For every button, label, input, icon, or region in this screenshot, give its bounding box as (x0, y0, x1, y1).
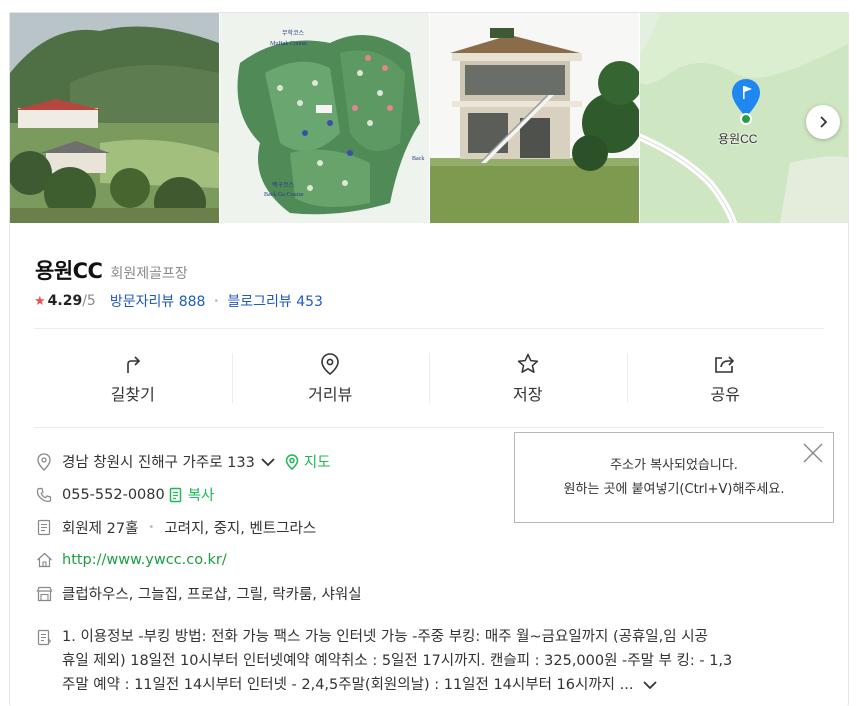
map-golf-dot (740, 113, 752, 125)
phone-row: 055-552-0080 복사 (34, 484, 214, 505)
course-names-text: 고려지, 중지, 벤트그라스 (164, 521, 317, 537)
save-button[interactable]: 저장 (429, 351, 627, 407)
facilities-text: 클럽하우스, 그늘집, 프로샵, 그릴, 락카룸, 샤워실 (62, 587, 362, 603)
toast-line-1: 주소가 복사되었습니다. (610, 458, 738, 473)
description-expand-chevron-icon[interactable] (643, 680, 658, 690)
chevron-right-icon (820, 116, 828, 128)
map-link[interactable]: 지도 (285, 451, 331, 472)
share-icon (715, 356, 735, 373)
copy-button[interactable]: 복사 (169, 484, 215, 505)
blog-reviews-label: 블로그리뷰 (227, 294, 292, 310)
rating-star-icon: ★ (34, 293, 46, 309)
star-icon (517, 353, 538, 373)
map-label-backgu-en: Back Gu Course (264, 192, 304, 198)
description-row: 1. 이용정보 -부킹 방법: 전화 가능 팩스 가능 인터넷 가능 -주중 부… (34, 625, 824, 697)
website-row: http://www.ywcc.co.kr/ (34, 550, 227, 570)
website-link[interactable]: http://www.ywcc.co.kr/ (62, 552, 227, 568)
map-link-label: 지도 (303, 455, 331, 471)
divider (34, 427, 824, 428)
directions-button[interactable]: 길찾기 (34, 351, 232, 407)
map-pin-label: 용원CC (718, 132, 758, 146)
location-pin-icon (321, 353, 340, 376)
next-photo-button[interactable] (806, 105, 840, 139)
photo-strip: 무학코스 MuHak Course 백구코스 Back Gu Course Ba… (10, 13, 848, 223)
holes-text: 회원제 27홀 (62, 521, 139, 537)
rating-row: ★ 4.29 /5 방문자리뷰 888 • 블로그리뷰 453 (34, 291, 323, 311)
location-pin-icon (37, 452, 51, 471)
copy-label: 복사 (187, 488, 215, 504)
holes-row: 회원제 27홀 • 고려지, 중지, 벤트그라스 (34, 517, 316, 538)
address-text[interactable]: 경남 창원시 진해구 가주로 133 (62, 451, 255, 472)
visitor-reviews-count: 888 (178, 294, 206, 310)
photo-building[interactable] (430, 13, 639, 223)
map-pin-green-icon (285, 453, 299, 470)
share-label: 공유 (710, 385, 740, 404)
save-label: 저장 (513, 385, 543, 404)
description-line: 1. 이용정보 -부킹 방법: 전화 가능 팩스 가능 인터넷 가능 -주중 부… (62, 629, 708, 645)
document-icon (37, 629, 51, 645)
phone-icon (36, 487, 52, 502)
place-name: 용원CC (35, 259, 103, 283)
directions-icon (126, 356, 140, 373)
visitor-reviews-link[interactable]: 방문자리뷰 888 (110, 291, 206, 311)
place-card: 무학코스 MuHak Course 백구코스 Back Gu Course Ba… (9, 12, 849, 706)
copy-icon (169, 487, 181, 502)
facilities-row: 클럽하우스, 그늘집, 프로샵, 그릴, 락카룸, 샤워실 (34, 583, 362, 604)
address-expand-chevron-icon[interactable] (261, 457, 275, 467)
divider (34, 328, 824, 329)
toast-close-button[interactable] (802, 442, 824, 464)
place-category: 회원제골프장 (110, 266, 188, 282)
address-row: 경남 창원시 진해구 가주로 133 지도 (34, 451, 331, 472)
description-line: 주말 예약 : 11일전 14시부터 인터넷 - 2,4,5주말(회원의날) :… (62, 677, 634, 693)
share-button[interactable]: 공유 (626, 351, 825, 407)
directions-label: 길찾기 (110, 385, 155, 404)
blog-reviews-count: 453 (296, 294, 323, 310)
description-text: 1. 이용정보 -부킹 방법: 전화 가능 팩스 가능 인터넷 가능 -주중 부… (62, 625, 824, 697)
toast-line-2: 원하는 곳에 붙여넣기(Ctrl+V)해주세요. (563, 482, 785, 497)
photo-course-map[interactable]: 무학코스 MuHak Course 백구코스 Back Gu Course Ba… (220, 13, 429, 223)
phone-number[interactable]: 055-552-0080 (62, 487, 165, 503)
rating-max: /5 (82, 293, 96, 309)
separator-dot: • (213, 295, 220, 307)
visitor-reviews-label: 방문자리뷰 (109, 294, 175, 310)
close-icon (803, 443, 823, 463)
separator-dot: • (148, 522, 155, 533)
title-row: 용원CC 회원제골프장 (35, 255, 188, 285)
map-label-muhak-kr: 무학코스 (282, 29, 305, 37)
action-bar: 길찾기 거리뷰 저장 공유 (34, 351, 824, 407)
store-icon (36, 586, 52, 601)
map-label-muhak-en: MuHak Course (270, 41, 307, 47)
street-view-label: 거리뷰 (308, 385, 353, 404)
map-label-back: Back (412, 156, 424, 162)
street-view-button[interactable]: 거리뷰 (231, 351, 430, 407)
home-icon (36, 552, 52, 568)
copy-toast: 주소가 복사되었습니다. 원하는 곳에 붙여넣기(Ctrl+V)해주세요. (514, 432, 834, 523)
map-label-backgu-kr: 백구코스 (272, 181, 295, 189)
document-icon (37, 519, 51, 536)
photo-clubhouse[interactable] (10, 13, 219, 223)
blog-reviews-link[interactable]: 블로그리뷰 453 (227, 291, 323, 311)
description-line: 휴일 제외) 18일전 10시부터 인터넷예약 예약취소 : 5일전 17시까지… (62, 653, 733, 669)
rating-score: 4.29 (47, 293, 83, 309)
